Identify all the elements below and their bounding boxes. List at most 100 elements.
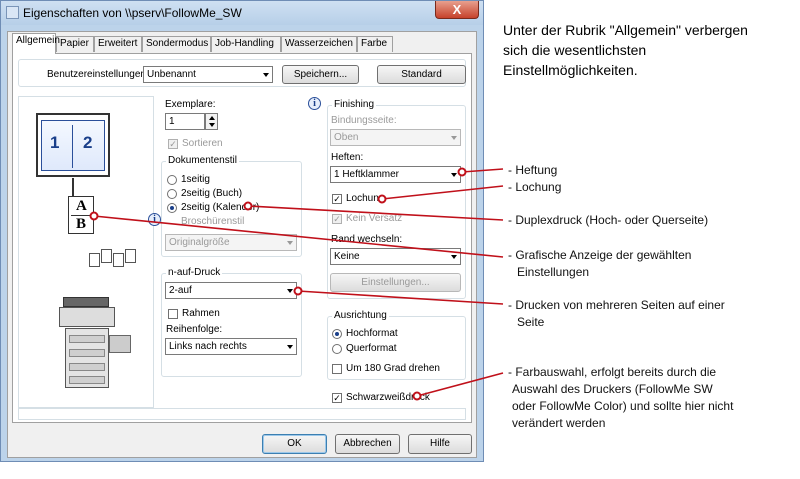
border-label: Rahmen <box>182 308 220 319</box>
tab-papier[interactable]: Papier <box>56 36 94 52</box>
chevron-down-icon <box>287 345 293 349</box>
chevron-down-icon <box>287 241 293 245</box>
document-size-select[interactable]: Originalgröße <box>165 234 297 251</box>
intro-line-1: Unter der Rubrik "Allgemein" verbergen <box>503 22 748 38</box>
option-1seitig: 1seitig <box>181 174 210 185</box>
copies-input[interactable]: 1 <box>165 113 205 130</box>
note-farbe-1: - Farbauswahl, erfolgt bereits durch die <box>508 365 717 379</box>
intro-line-3: Einstellmöglichkeiten. <box>503 62 638 78</box>
title-bar[interactable]: Eigenschaften von \\pserv\FollowMe_SW X <box>1 1 483 25</box>
spin-up-icon[interactable] <box>209 116 215 120</box>
radio-portrait[interactable] <box>332 329 342 339</box>
duplex-sheet-icon: A B <box>68 196 94 234</box>
tab-wasserzeichen[interactable]: Wasserzeichen <box>281 36 357 52</box>
order-select[interactable]: Links nach rechts <box>165 338 297 355</box>
help-button[interactable]: Hilfe <box>408 434 472 454</box>
chevron-down-icon <box>451 173 457 177</box>
chevron-down-icon <box>451 136 457 140</box>
binding-label: Bindungsseite: <box>331 115 397 126</box>
collate-label: Sortieren <box>182 138 223 149</box>
default-button[interactable]: Standard <box>377 65 466 84</box>
tab-panel-allgemein: Benutzereinstellungen: Unbenannt Speiche… <box>12 53 472 423</box>
rotate-label: Um 180 Grad drehen <box>346 363 440 374</box>
user-settings-value: Unbenannt <box>147 69 196 80</box>
order-value: Links nach rechts <box>169 341 247 352</box>
save-button[interactable]: Speichern... <box>282 65 359 84</box>
copies-stack-icon <box>89 247 141 273</box>
close-button[interactable]: X <box>435 1 479 19</box>
note-farbe-3: oder FollowMe Color) und sollte hier nic… <box>512 399 734 413</box>
preview-pages: 1 2 <box>41 120 105 171</box>
dialog-client: Allgemein Papier Erweitert Sondermodus J… <box>7 31 477 458</box>
margin-shift-label: Rand wechseln: <box>331 234 403 245</box>
margin-shift-value: Keine <box>334 251 360 262</box>
punch-checkbox[interactable]: ✓ <box>332 194 342 204</box>
user-settings-label: Benutzereinstellungen: <box>47 69 149 80</box>
radio-2seitig-buch[interactable] <box>167 189 177 199</box>
copies-spinner[interactable] <box>205 113 218 130</box>
note-duplex: - Duplexdruck (Hoch- oder Querseite) <box>508 213 709 227</box>
status-strip <box>18 408 466 420</box>
punch-label: Lochung <box>346 193 385 204</box>
page-divider <box>72 125 73 168</box>
bw-checkbox[interactable]: ✓ <box>332 393 342 403</box>
border-checkbox[interactable] <box>168 309 178 319</box>
info-icon[interactable]: i <box>148 213 161 226</box>
staple-select[interactable]: 1 Heftklammer <box>330 166 461 183</box>
n-up-value: 2-auf <box>169 285 192 296</box>
tab-job-handling[interactable]: Job-Handling <box>211 36 281 52</box>
n-up-select[interactable]: 2-auf <box>165 282 297 299</box>
landscape-label: Querformat <box>346 343 397 354</box>
chevron-down-icon <box>451 255 457 259</box>
copies-label: Exemplare: <box>165 99 216 110</box>
rotate-checkbox[interactable] <box>332 364 342 374</box>
intro-line-2: sich die wesentlichsten <box>503 42 647 58</box>
radio-2seitig-kalender[interactable] <box>167 203 177 213</box>
chevron-down-icon <box>263 73 269 77</box>
document-size-value: Originalgröße <box>169 237 230 248</box>
collate-checkbox[interactable]: ✓ <box>168 139 178 149</box>
note-nup-2: Seite <box>517 315 545 329</box>
note-heftung: - Heftung <box>508 163 558 177</box>
printer-properties-dialog: Eigenschaften von \\pserv\FollowMe_SW X … <box>0 0 484 462</box>
preview-connector <box>72 178 74 196</box>
binding-select[interactable]: Oben <box>330 129 461 146</box>
finishing-label: Finishing <box>332 99 377 110</box>
staple-value: 1 Heftklammer <box>334 169 400 180</box>
note-farbe-2: Auswahl des Druckers (FollowMe SW <box>512 382 713 396</box>
radio-landscape[interactable] <box>332 344 342 354</box>
document-style-label: Dokumentenstil <box>166 155 239 166</box>
margin-shift-select[interactable]: Keine <box>330 248 461 265</box>
user-settings-select[interactable]: Unbenannt <box>143 66 273 83</box>
orientation-label: Ausrichtung <box>332 310 389 321</box>
finishing-settings-button[interactable]: Einstellungen... <box>330 273 461 292</box>
preview-page-1: 1 <box>50 133 60 152</box>
radio-1seitig[interactable] <box>167 175 177 185</box>
note-nup-1: - Drucken von mehreren Seiten auf einer <box>508 298 725 312</box>
offset-checkbox[interactable]: ✓ <box>332 214 342 224</box>
preview-sheet-2up: 1 2 <box>36 113 110 177</box>
chevron-down-icon <box>287 289 293 293</box>
bw-label: Schwarzweißdruck <box>346 392 430 403</box>
tab-erweitert[interactable]: Erweitert <box>94 36 142 52</box>
tab-allgemein[interactable]: Allgemein <box>12 33 60 54</box>
printer-icon <box>6 6 19 19</box>
note-grafik-2: Einstellungen <box>517 265 590 279</box>
sheet-b-label: B <box>76 216 87 232</box>
note-grafik-1: - Grafische Anzeige der gewählten <box>508 248 692 262</box>
option-2seitig-kalender: 2seitig (Kalender) <box>181 202 260 213</box>
option-2seitig-buch: 2seitig (Buch) <box>181 188 243 199</box>
note-lochung: - Lochung <box>508 180 562 194</box>
tab-farbe[interactable]: Farbe <box>357 36 393 52</box>
note-farbe-4: verändert werden <box>512 416 606 430</box>
printer-device-icon <box>59 297 135 395</box>
portrait-label: Hochformat <box>346 328 398 339</box>
cancel-button[interactable]: Abbrechen <box>335 434 400 454</box>
option-broschure: Broschürenstil <box>181 216 245 227</box>
info-icon[interactable]: i <box>308 97 321 110</box>
ok-button[interactable]: OK <box>262 434 327 454</box>
spin-down-icon[interactable] <box>209 123 215 127</box>
preview-page-2: 2 <box>83 133 93 152</box>
order-label: Reihenfolge: <box>166 324 223 335</box>
tab-sondermodus[interactable]: Sondermodus <box>142 36 211 52</box>
